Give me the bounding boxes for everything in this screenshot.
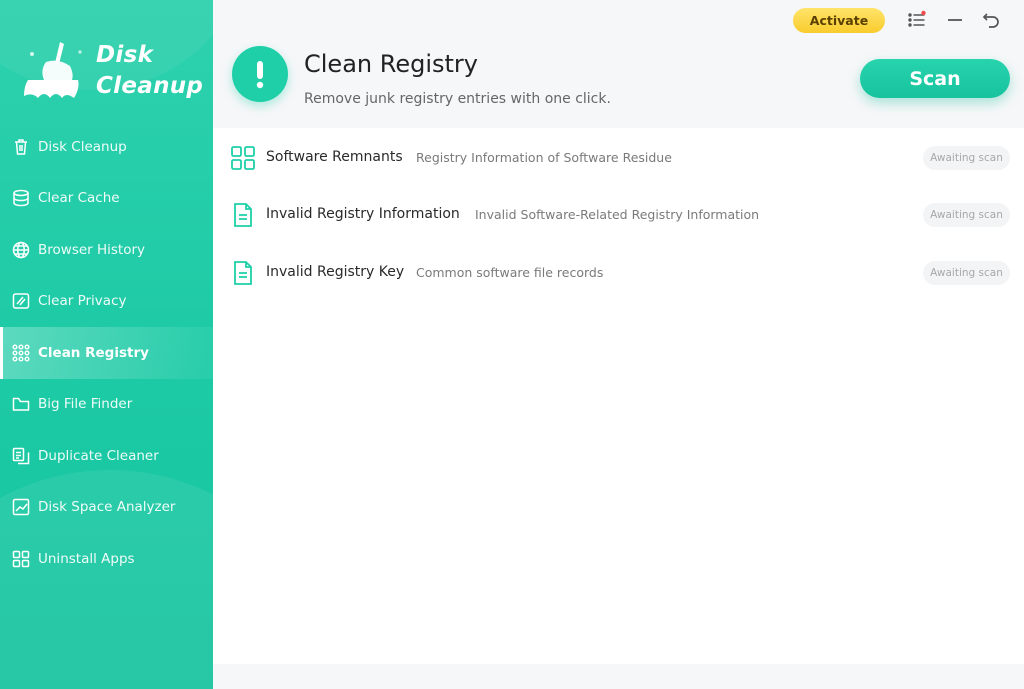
document-icon <box>234 261 252 285</box>
sidebar: Disk Cleanup Disk Cleanup Clear Cache Br… <box>0 0 213 689</box>
duplicate-icon <box>11 446 31 466</box>
broom-logo-icon <box>24 42 82 98</box>
folder-icon <box>11 394 31 414</box>
status-badge: Awaiting scan <box>923 146 1010 170</box>
brand-name: Disk Cleanup <box>96 42 204 99</box>
sidebar-item-browser-history[interactable]: Browser History <box>0 224 213 276</box>
page-subtitle: Remove junk registry entries with one cl… <box>304 91 611 107</box>
list-item[interactable]: Invalid Registry Information Invalid Sof… <box>213 195 1024 235</box>
main-content: Activate Clean Registry Remove junk regi… <box>213 0 1024 689</box>
database-icon <box>11 188 31 208</box>
item-description: Registry Information of Software Residue <box>416 150 672 165</box>
item-description: Common software file records <box>416 265 604 280</box>
document-icon <box>234 203 252 227</box>
sidebar-item-clear-privacy[interactable]: Clear Privacy <box>0 276 213 328</box>
page-header: Activate Clean Registry Remove junk regi… <box>213 0 1024 128</box>
sidebar-item-big-file-finder[interactable]: Big File Finder <box>0 379 213 431</box>
scan-button[interactable]: Scan <box>860 59 1010 98</box>
sidebar-nav: Disk Cleanup Clear Cache Browser History… <box>0 121 213 585</box>
item-name: Software Remnants <box>266 149 403 165</box>
sidebar-item-disk-space-analyzer[interactable]: Disk Space Analyzer <box>0 482 213 534</box>
minimize-icon[interactable] <box>944 9 966 31</box>
grid-icon <box>231 146 255 170</box>
page-title: Clean Registry <box>304 50 478 78</box>
sidebar-item-clear-cache[interactable]: Clear Cache <box>0 173 213 225</box>
status-badge: Awaiting scan <box>923 203 1010 227</box>
item-name: Invalid Registry Information <box>266 206 460 222</box>
registry-grid-icon <box>11 343 31 363</box>
item-description: Invalid Software-Related Registry Inform… <box>475 207 760 222</box>
trash-icon <box>11 137 31 157</box>
chart-icon <box>11 497 31 517</box>
apps-icon <box>11 549 31 569</box>
item-name: Invalid Registry Key <box>266 264 405 280</box>
globe-icon <box>11 240 31 260</box>
sidebar-item-clean-registry[interactable]: Clean Registry <box>0 327 213 379</box>
activate-button[interactable]: Activate <box>793 8 885 33</box>
list-item[interactable]: Invalid Registry Key Common software fil… <box>213 253 1024 293</box>
sidebar-item-uninstall-apps[interactable]: Uninstall Apps <box>0 533 213 585</box>
registry-items-list: Software Remnants Registry Information o… <box>213 128 1024 664</box>
brand: Disk Cleanup <box>22 36 207 106</box>
privacy-icon <box>11 291 31 311</box>
menu-list-icon[interactable] <box>906 9 928 31</box>
list-item[interactable]: Software Remnants Registry Information o… <box>213 138 1024 178</box>
sidebar-item-disk-cleanup[interactable]: Disk Cleanup <box>0 121 213 173</box>
status-badge: Awaiting scan <box>923 261 1010 285</box>
sidebar-item-duplicate-cleaner[interactable]: Duplicate Cleaner <box>0 430 213 482</box>
exclamation-icon <box>232 46 288 102</box>
back-icon[interactable] <box>980 9 1002 31</box>
